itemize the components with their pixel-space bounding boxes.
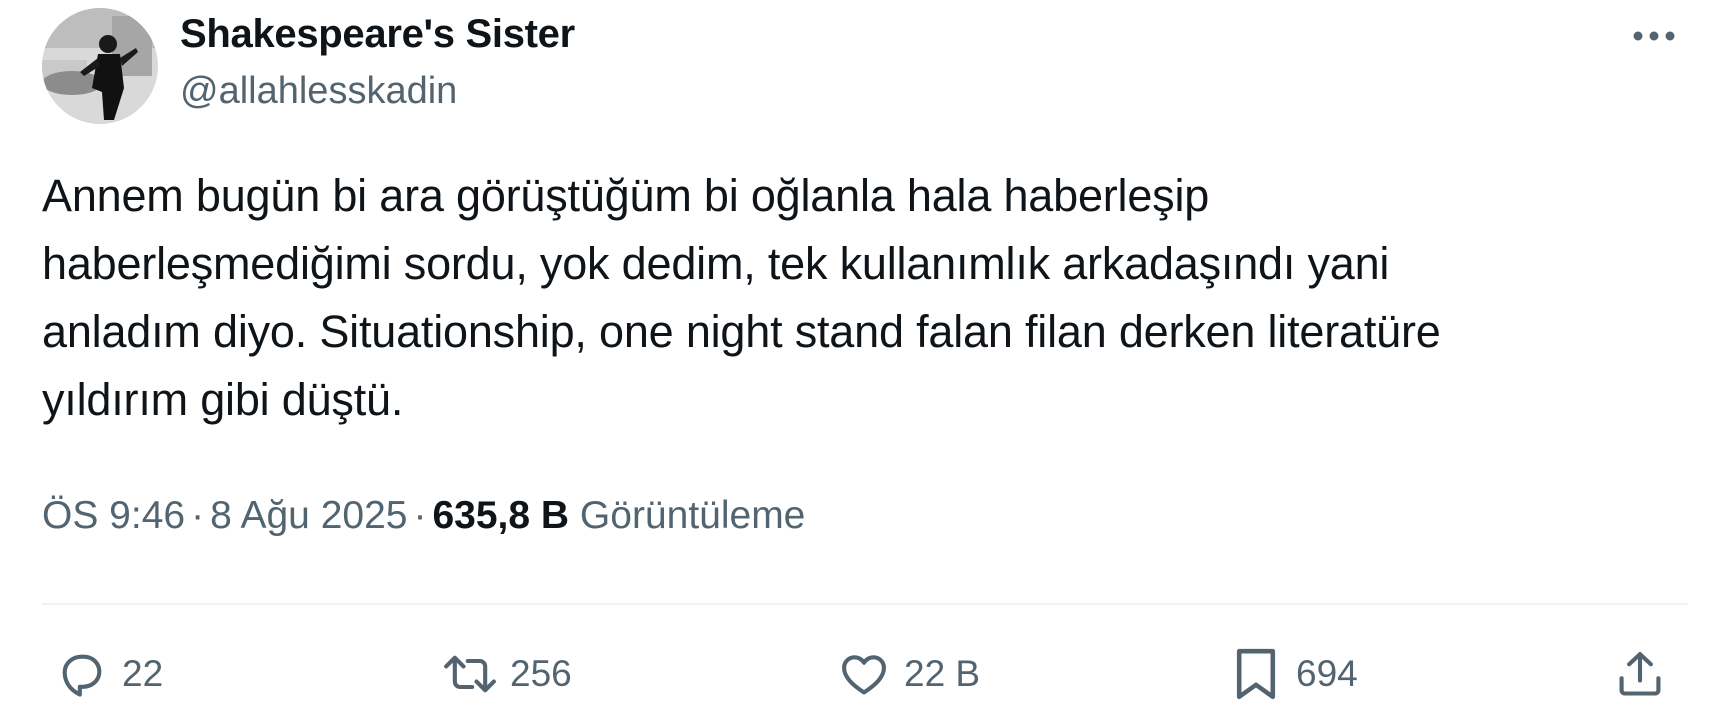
avatar-image xyxy=(42,8,158,124)
retweet-count: 256 xyxy=(510,653,572,694)
author-handle[interactable]: @allahlesskadin xyxy=(180,70,457,113)
divider xyxy=(42,603,1688,605)
tweet-date[interactable]: 8 Ağu 2025 xyxy=(210,494,407,537)
like-button[interactable]: 22 B xyxy=(834,646,980,702)
bookmark-icon xyxy=(1226,646,1286,702)
bookmark-button[interactable]: 694 xyxy=(1226,646,1358,702)
reply-count: 22 xyxy=(122,653,164,694)
like-count: 22 B xyxy=(904,653,981,694)
views-label: Görüntüleme xyxy=(579,494,806,537)
tweet-meta: ÖS 9:46 · 8 Ağu 2025 · 635,8 B Görüntüleme xyxy=(42,494,805,538)
views-count[interactable]: 635,8 B xyxy=(432,494,569,537)
more-options-button[interactable] xyxy=(1626,18,1682,58)
reply-icon xyxy=(52,646,112,702)
tweet-text: Annem bugün bi ara görüştüğüm bi oğlanla… xyxy=(42,170,1441,425)
meta-separator: · xyxy=(191,494,205,537)
tweet-time[interactable]: ÖS 9:46 xyxy=(42,494,185,537)
bookmark-count: 694 xyxy=(1296,653,1358,694)
share-icon xyxy=(1610,646,1670,702)
tweet: Shakespeare's Sister @allahlesskadin Ann… xyxy=(0,0,1716,726)
retweet-icon xyxy=(440,646,500,702)
share-button[interactable] xyxy=(1610,646,1670,702)
meta-separator: · xyxy=(413,494,427,537)
author-display-name[interactable]: Shakespeare's Sister xyxy=(180,12,575,57)
avatar[interactable] xyxy=(42,8,158,124)
reply-button[interactable]: 22 xyxy=(52,646,163,702)
more-icon xyxy=(1632,29,1676,47)
retweet-button[interactable]: 256 xyxy=(440,646,572,702)
heart-icon xyxy=(834,646,894,702)
